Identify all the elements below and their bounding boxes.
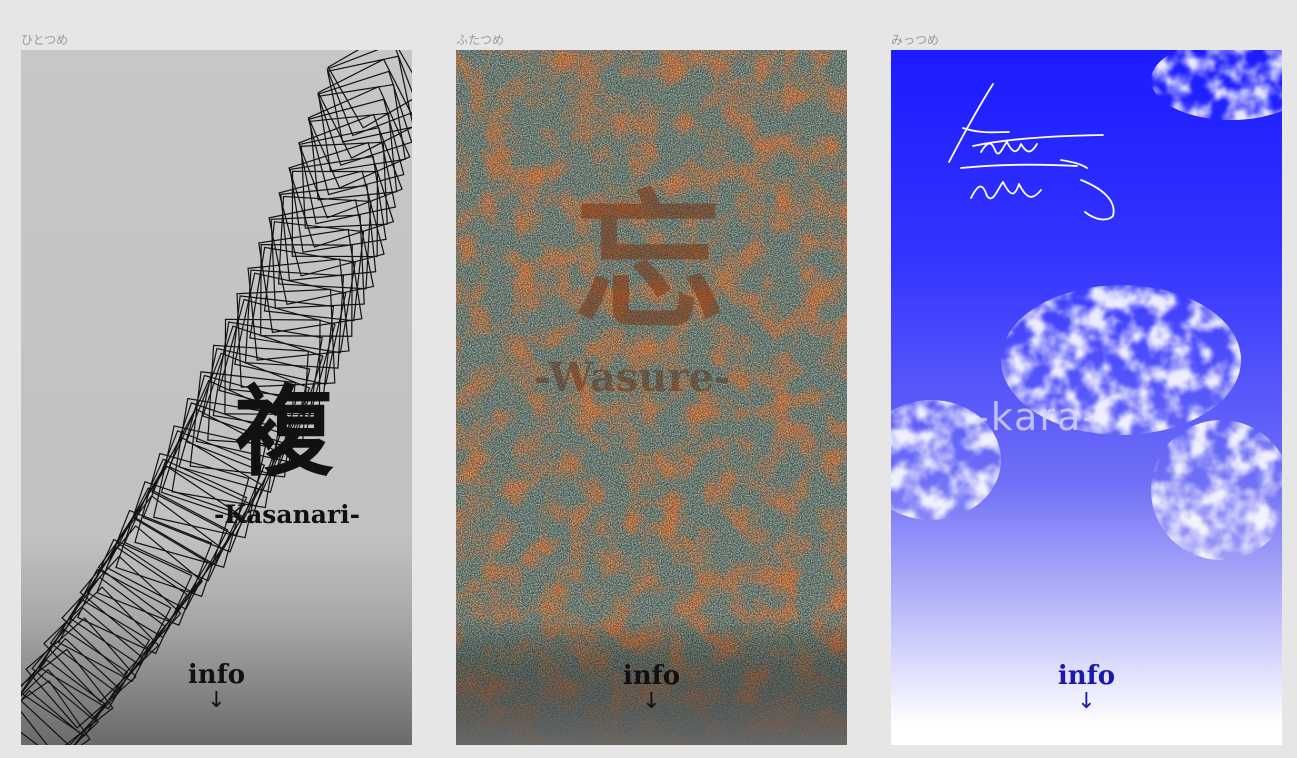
frame-label-1: ひとつめ <box>21 33 69 47</box>
frame-label-3: みっつめ <box>891 33 940 47</box>
subtitle: -kara- <box>975 395 1098 439</box>
info-link[interactable]: info <box>891 663 1282 689</box>
frame-label-2: ふたつめ <box>456 33 505 47</box>
kanji-title: 複 <box>235 375 334 490</box>
artboard-kasanari[interactable]: 複 -Kasanari- info ↓ <box>21 50 412 745</box>
info-link[interactable]: info <box>456 663 847 689</box>
subtitle: -Kasanari- <box>214 500 360 529</box>
kanji-title: 忘 <box>574 175 725 351</box>
info-link[interactable]: info <box>21 662 412 688</box>
layered-squares-artwork <box>21 50 412 745</box>
down-arrow-icon[interactable]: ↓ <box>891 691 1282 713</box>
down-arrow-icon[interactable]: ↓ <box>456 691 847 713</box>
down-arrow-icon[interactable]: ↓ <box>21 690 412 712</box>
artboard-kara[interactable]: -kara- info ↓ <box>891 50 1282 745</box>
artboard-wasure[interactable]: 忘 -Wasure- info ↓ <box>456 50 847 745</box>
subtitle: -Wasure- <box>534 354 731 401</box>
